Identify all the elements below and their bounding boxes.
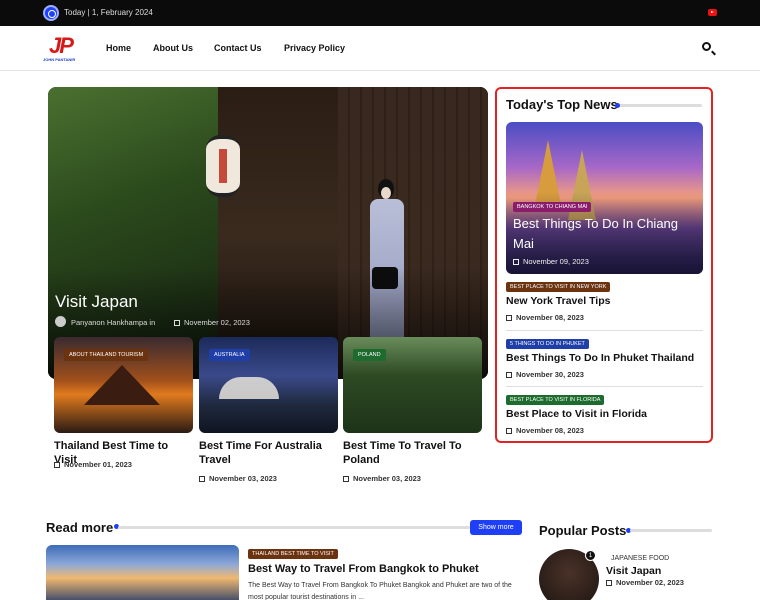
today-date: Today | 1, February 2024 bbox=[64, 8, 153, 17]
site-header: JP JOHN PANTANIR Home About Us Contact U… bbox=[0, 26, 760, 71]
calendar-icon bbox=[343, 476, 349, 482]
globe-icon bbox=[43, 5, 59, 21]
nav-contact-us[interactable]: Contact Us bbox=[214, 43, 262, 53]
youtube-icon[interactable] bbox=[708, 9, 717, 16]
nav-privacy-policy[interactable]: Privacy Policy bbox=[284, 43, 345, 53]
item-date: November 08, 2023 bbox=[506, 426, 584, 435]
hero-title[interactable]: Visit Japan bbox=[55, 292, 138, 312]
read-more-excerpt: The Best Way to Travel From Bangkok To P… bbox=[248, 582, 512, 600]
hero-date: November 02, 2023 bbox=[174, 318, 250, 327]
card-date: November 01, 2023 bbox=[54, 460, 132, 469]
popular-posts-heading: Popular Posts bbox=[539, 523, 627, 538]
top-news-heading: Today's Top News bbox=[506, 97, 618, 112]
feature-category[interactable]: BANGKOK TO CHIANG MAI bbox=[513, 202, 592, 212]
card-date: November 03, 2023 bbox=[343, 474, 421, 483]
feature-title[interactable]: Best Things To Do In Chiang Mai bbox=[513, 214, 698, 254]
item-title[interactable]: Best Place to Visit in Florida bbox=[506, 408, 647, 420]
nav-home[interactable]: Home bbox=[106, 43, 131, 53]
item-category[interactable]: BEST PLACE TO VISIT IN FLORIDA bbox=[506, 395, 605, 405]
card-image: AUSTRALIA bbox=[199, 337, 338, 433]
item-category[interactable]: 5 THINGS TO DO IN PHUKET bbox=[506, 339, 589, 349]
calendar-icon bbox=[199, 476, 205, 482]
hero-author[interactable]: Panyanon Hankhampa in bbox=[71, 318, 155, 327]
item-title[interactable]: Best Things To Do In Phuket Thailand bbox=[506, 352, 694, 364]
search-icon[interactable] bbox=[702, 42, 711, 51]
card-title[interactable]: Best Time To Travel To Poland bbox=[343, 439, 482, 467]
calendar-icon bbox=[506, 372, 512, 378]
read-more-image[interactable] bbox=[46, 545, 239, 600]
author-avatar bbox=[55, 316, 66, 327]
calendar-icon bbox=[506, 428, 512, 434]
read-more-title[interactable]: Best Way to Travel From Bangkok to Phuke… bbox=[248, 563, 479, 575]
popular-rank-badge: 1 bbox=[585, 550, 596, 561]
logo-subtitle: JOHN PANTANIR bbox=[43, 57, 76, 62]
calendar-icon bbox=[606, 580, 612, 586]
item-date: November 08, 2023 bbox=[506, 313, 584, 322]
hero-post[interactable]: Visit Japan Panyanon Hankhampa in Novemb… bbox=[48, 87, 488, 379]
card-image: ABOUT THAILAND TOURISM bbox=[54, 337, 193, 433]
logo-mark: JP bbox=[49, 33, 74, 58]
card-category[interactable]: AUSTRALIA bbox=[209, 349, 250, 361]
read-more-category[interactable]: THAILAND BEST TIME TO VISIT bbox=[248, 549, 338, 559]
popular-post-category[interactable]: JAPANESE FOOD bbox=[611, 555, 669, 562]
lantern-illustration bbox=[206, 135, 240, 197]
show-more-button[interactable]: Show more bbox=[470, 520, 522, 535]
top-news-feature[interactable]: BANGKOK TO CHIANG MAI Best Things To Do … bbox=[506, 122, 703, 274]
nav-about-us[interactable]: About Us bbox=[153, 43, 193, 53]
card-category[interactable]: ABOUT THAILAND TOURISM bbox=[64, 349, 149, 361]
read-more-heading: Read more bbox=[46, 520, 114, 535]
card-category[interactable]: POLAND bbox=[353, 349, 386, 361]
item-date: November 30, 2023 bbox=[506, 370, 584, 379]
calendar-icon bbox=[506, 315, 512, 321]
card-date: November 03, 2023 bbox=[199, 474, 277, 483]
item-category[interactable]: BEST PLACE TO VISIT IN NEW YORK bbox=[506, 282, 611, 292]
popular-post-date: November 02, 2023 bbox=[606, 578, 684, 587]
card-title[interactable]: Best Time For Australia Travel bbox=[199, 439, 338, 467]
feature-date: November 09, 2023 bbox=[513, 257, 589, 266]
calendar-icon bbox=[54, 462, 60, 468]
card-image: POLAND bbox=[343, 337, 482, 433]
popular-post-title[interactable]: Visit Japan bbox=[606, 565, 661, 577]
top-news-widget: Today's Top News BANGKOK TO CHIANG MAI B… bbox=[495, 87, 713, 443]
top-bar: Today | 1, February 2024 bbox=[0, 0, 760, 26]
item-title[interactable]: New York Travel Tips bbox=[506, 295, 610, 307]
site-logo[interactable]: JP JOHN PANTANIR bbox=[43, 33, 83, 63]
calendar-icon bbox=[513, 259, 519, 265]
calendar-icon bbox=[174, 320, 180, 326]
